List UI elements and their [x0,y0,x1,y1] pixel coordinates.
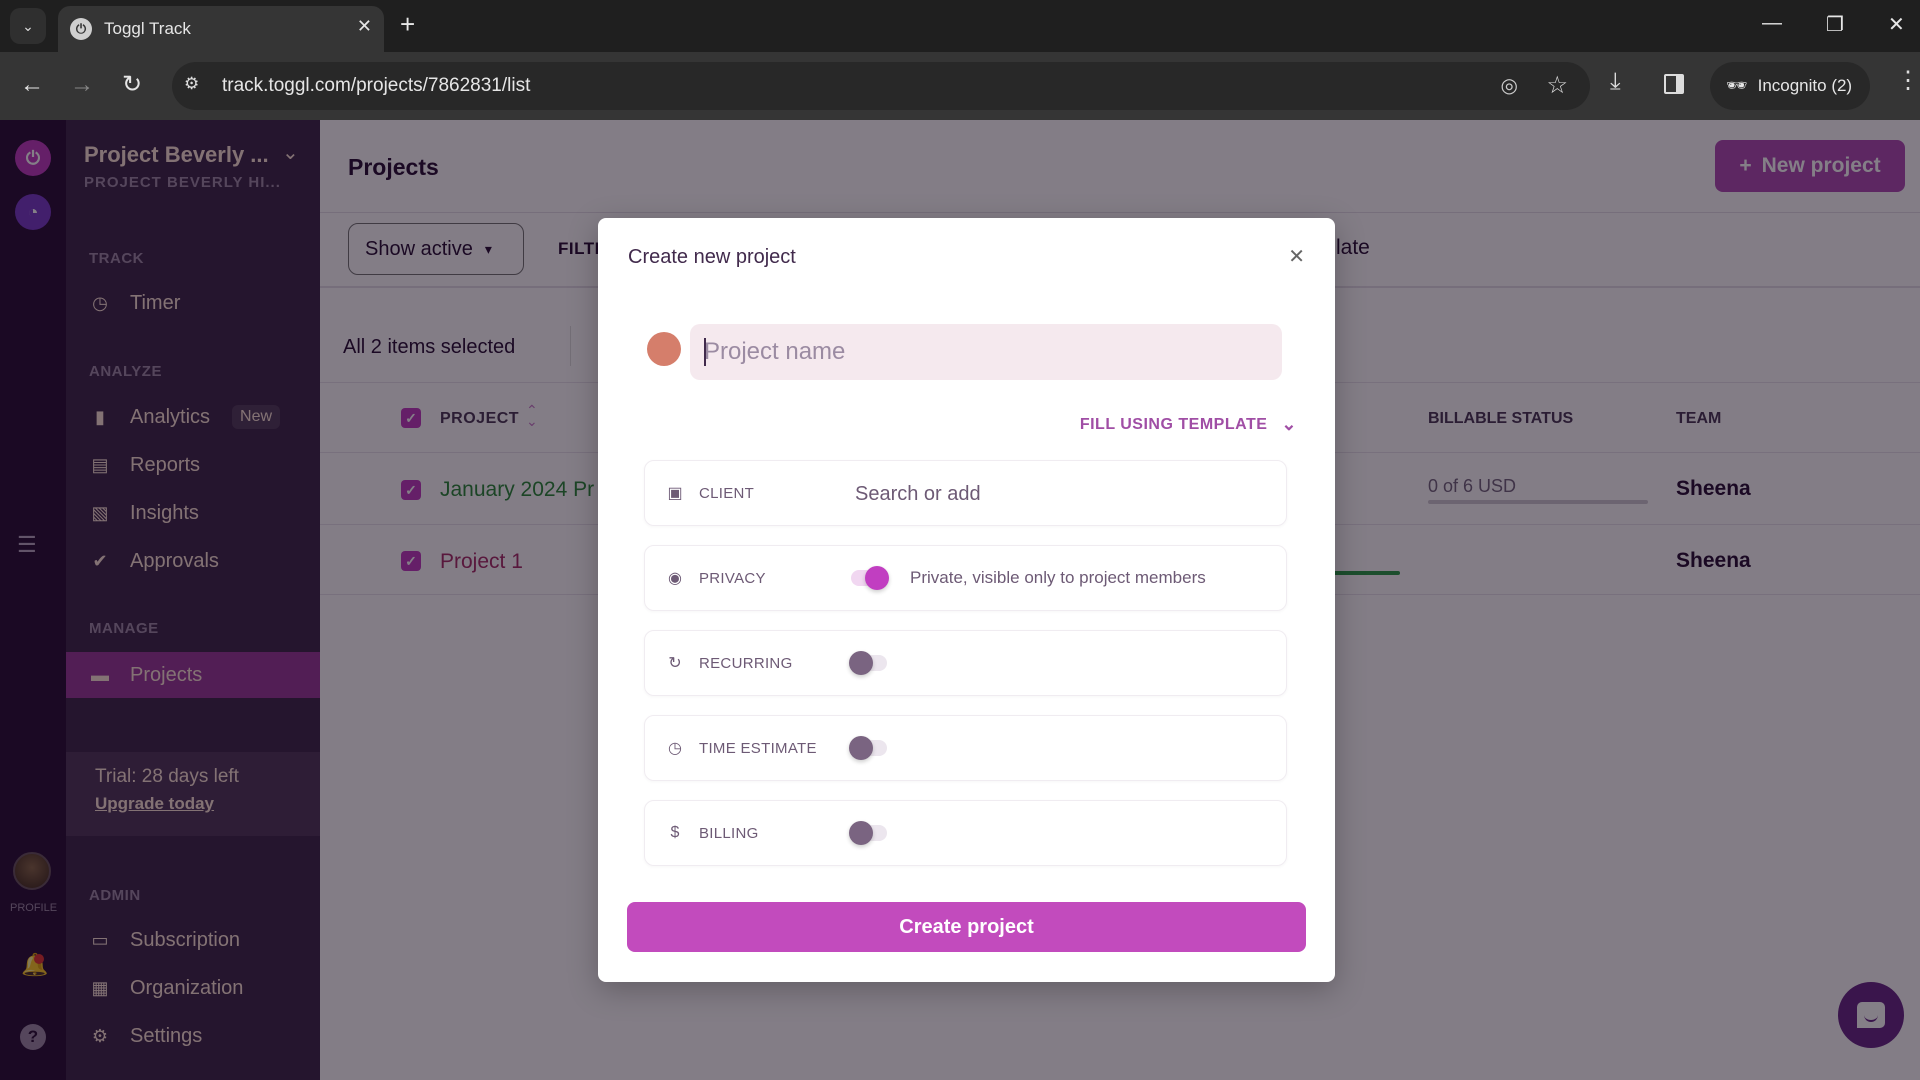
site-info-icon[interactable]: ⚙ [184,74,199,94]
modal-title: Create new project [628,246,796,268]
bookmark-star-icon[interactable]: ☆ [1546,71,1568,100]
dollar-icon: $ [670,824,680,841]
close-icon[interactable]: ✕ [1288,244,1305,269]
download-icon[interactable]: ⤓ [1610,68,1621,96]
tab-title: Toggl Track [104,19,191,38]
chevron-down-icon: ⌄ [22,17,34,34]
recurring-field: ↻ RECURRING [644,630,1287,696]
client-label: CLIENT [699,485,755,502]
privacy-toggle[interactable] [851,566,889,590]
eye-icon: ◉ [668,570,682,587]
browser-tab-bar: ⌄ ⏻ Toggl Track ✕ + — ❐ ✕ [0,0,1920,52]
toggle-knob [849,821,873,845]
fill-template-label: FILL USING TEMPLATE [1079,415,1268,433]
forward-arrow-icon[interactable]: → [70,70,94,100]
tab-search-button[interactable]: ⌄ [10,8,46,44]
chevron-down-icon: ⌄ [1281,414,1297,434]
project-color-picker[interactable] [647,332,681,366]
toggle-knob [865,566,889,590]
time-estimate-field: ◷ TIME ESTIMATE [644,715,1287,781]
reload-icon[interactable]: ↻ [122,70,142,100]
privacy-field: ◉ PRIVACY Private, visible only to proje… [644,545,1287,611]
restore-icon[interactable]: ❐ [1826,12,1844,37]
fill-template-dropdown[interactable]: FILL USING TEMPLATE ⌄ [1080,414,1297,435]
billing-toggle[interactable] [849,821,887,845]
incognito-button[interactable]: 🕶 Incognito (2) [1710,62,1870,110]
url-text[interactable]: track.toggl.com/projects/7862831/list [222,75,530,97]
address-bar-row: ← → ↻ ⚙ track.toggl.com/projects/7862831… [0,52,1920,120]
toggle-knob [849,651,873,675]
billing-label: BILLING [699,825,759,842]
incognito-label: Incognito (2) [1757,76,1853,95]
time-estimate-label: TIME ESTIMATE [699,740,817,757]
recurring-label: RECURRING [699,655,793,672]
incognito-icon: 🕶 [1726,76,1748,95]
create-project-button[interactable]: Create project [627,902,1306,952]
client-search-input[interactable] [855,479,1275,509]
billing-field: $ BILLING [644,800,1287,866]
omnibox[interactable]: ⚙ track.toggl.com/projects/7862831/list … [172,62,1590,110]
client-icon: ▣ [667,485,683,502]
client-field: ▣ CLIENT [644,460,1287,526]
recurring-icon: ↻ [668,655,682,672]
browser-tab[interactable]: ⏻ Toggl Track ✕ [58,6,384,52]
time-estimate-toggle[interactable] [849,736,887,760]
text-caret [704,338,706,366]
project-name-input[interactable] [690,324,1282,380]
eye-off-icon[interactable]: ◎ [1501,73,1518,98]
toggl-favicon-icon: ⏻ [70,18,92,40]
window-close-icon[interactable]: ✕ [1888,12,1905,37]
minimize-icon[interactable]: — [1762,12,1782,35]
new-tab-icon[interactable]: + [400,10,415,38]
side-panel-icon[interactable] [1664,74,1684,94]
clock-icon: ◷ [668,740,682,757]
tab-close-icon[interactable]: ✕ [357,16,372,37]
privacy-label: PRIVACY [699,570,766,587]
browser-menu-icon[interactable]: ⋮ [1896,66,1920,95]
create-project-modal: Create new project ✕ FILL USING TEMPLATE… [598,218,1335,982]
recurring-toggle[interactable] [849,651,887,675]
toggle-knob [849,736,873,760]
privacy-description: Private, visible only to project members [910,568,1206,587]
back-arrow-icon[interactable]: ← [20,70,44,100]
